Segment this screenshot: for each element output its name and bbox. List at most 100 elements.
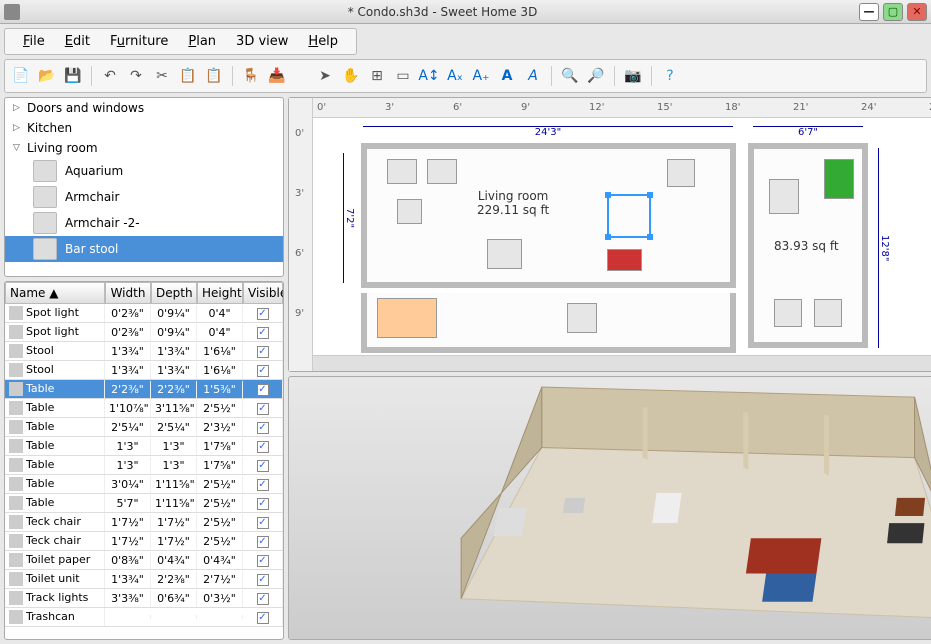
3d-view[interactable] xyxy=(288,376,931,640)
text-bold-button[interactable]: A xyxy=(495,64,519,88)
visible-checkbox[interactable]: ✓ xyxy=(257,422,269,434)
room-right[interactable]: 83.93 sq ft xyxy=(748,143,868,348)
furniture-row[interactable]: Table1'3"1'3"1'7⅝"✓ xyxy=(5,456,283,475)
plan-furniture-bed[interactable] xyxy=(377,298,437,338)
pan-tool[interactable]: ✋ xyxy=(339,64,363,88)
furniture-row[interactable]: Spot light0'2⅜"0'9¼"0'4"✓ xyxy=(5,304,283,323)
menu-furniture[interactable]: Furniture xyxy=(100,32,178,51)
catalog-item[interactable]: Bar stool xyxy=(5,236,283,262)
col-depth[interactable]: Depth xyxy=(151,282,197,304)
furniture-row[interactable]: Toilet unit1'3¾"2'2⅜"2'7½"✓ xyxy=(5,570,283,589)
catalog-item[interactable]: Armchair -2- xyxy=(5,210,283,236)
visible-checkbox[interactable]: ✓ xyxy=(257,460,269,472)
plan-furniture[interactable] xyxy=(487,239,522,269)
col-name[interactable]: Name ▲ xyxy=(5,282,105,304)
menu-edit[interactable]: Edit xyxy=(55,32,100,51)
text-increase-button[interactable]: A₊ xyxy=(469,64,493,88)
visible-checkbox[interactable]: ✓ xyxy=(257,346,269,358)
select-tool[interactable]: ➤ xyxy=(313,64,337,88)
col-height[interactable]: Height xyxy=(197,282,243,304)
photo-button[interactable]: 📷 xyxy=(621,64,645,88)
furniture-row[interactable]: Stool1'3¾"1'3¾"1'6⅛"✓ xyxy=(5,361,283,380)
visible-checkbox[interactable]: ✓ xyxy=(257,498,269,510)
furniture-row[interactable]: Teck chair1'7½"1'7½"2'5½"✓ xyxy=(5,513,283,532)
plan-scrollbar-h[interactable] xyxy=(313,355,931,371)
furniture-row[interactable]: Track lights3'3⅜"0'6¾"0'3½"✓ xyxy=(5,589,283,608)
zoom-out-button[interactable]: 🔎 xyxy=(584,64,608,88)
plan-furniture[interactable] xyxy=(567,303,597,333)
open-button[interactable]: 📂 xyxy=(35,64,59,88)
cut-button[interactable]: ✂ xyxy=(150,64,174,88)
visible-checkbox[interactable]: ✓ xyxy=(257,574,269,586)
save-button[interactable]: 💾 xyxy=(61,64,85,88)
furniture-row[interactable]: Table2'2⅜"2'2⅜"1'5⅜"✓ xyxy=(5,380,283,399)
plan-furniture[interactable] xyxy=(774,299,802,327)
col-visible[interactable]: Visible xyxy=(243,282,283,304)
furniture-row[interactable]: Table3'0¼"1'11⅝"2'5½"✓ xyxy=(5,475,283,494)
maximize-button[interactable]: ▢ xyxy=(883,3,903,21)
furniture-list-body[interactable]: Spot light0'2⅜"0'9¼"0'4"✓Spot light0'2⅜"… xyxy=(5,304,283,639)
visible-checkbox[interactable]: ✓ xyxy=(257,479,269,491)
plan-canvas[interactable]: 24'3" 6'7" 7'2" 12'8" Living room 229.11… xyxy=(313,118,931,355)
copy-button[interactable]: 📋 xyxy=(176,64,200,88)
furniture-row[interactable]: Toilet paper0'8⅜"0'4¾"0'4¾"✓ xyxy=(5,551,283,570)
plan-furniture[interactable] xyxy=(814,299,842,327)
minimize-button[interactable]: — xyxy=(859,3,879,21)
furniture-row[interactable]: Table2'5¼"2'5¼"2'3½"✓ xyxy=(5,418,283,437)
furniture-row[interactable]: Trashcan✓ xyxy=(5,608,283,627)
zoom-in-button[interactable]: 🔍 xyxy=(558,64,582,88)
undo-button[interactable]: ↶ xyxy=(98,64,122,88)
create-text-tool[interactable]: Aₓ xyxy=(443,64,467,88)
close-button[interactable]: ✕ xyxy=(907,3,927,21)
menu-3dview[interactable]: 3D view xyxy=(226,32,298,51)
create-dimension-tool[interactable]: A↕ xyxy=(417,64,441,88)
furniture-row[interactable]: Table1'10⅞"3'11⅝"2'5½"✓ xyxy=(5,399,283,418)
furniture-row[interactable]: Table5'7"1'11⅝"2'5½"✓ xyxy=(5,494,283,513)
plan-furniture[interactable] xyxy=(667,159,695,187)
furniture-row[interactable]: Table1'3"1'3"1'7⅝"✓ xyxy=(5,437,283,456)
visible-checkbox[interactable]: ✓ xyxy=(257,327,269,339)
category-living-room[interactable]: ▽Living room xyxy=(5,138,283,158)
visible-checkbox[interactable]: ✓ xyxy=(257,612,269,624)
category-doors-windows[interactable]: ▷Doors and windows xyxy=(5,98,283,118)
plan-furniture-sofa[interactable] xyxy=(607,249,642,271)
catalog-scroll[interactable]: ▷Doors and windows ▷Kitchen ▽Living room… xyxy=(5,98,283,276)
visible-checkbox[interactable]: ✓ xyxy=(257,403,269,415)
menu-help[interactable]: Help xyxy=(298,32,348,51)
visible-checkbox[interactable]: ✓ xyxy=(257,593,269,605)
room-lower[interactable] xyxy=(361,293,736,353)
plan-furniture[interactable] xyxy=(769,179,799,214)
create-walls-tool[interactable]: ⊞ xyxy=(365,64,389,88)
visible-checkbox[interactable]: ✓ xyxy=(257,536,269,548)
text-italic-button[interactable]: A xyxy=(521,64,545,88)
plan-furniture-plant[interactable] xyxy=(824,159,854,199)
menu-file[interactable]: File xyxy=(13,32,55,51)
furniture-row[interactable]: Spot light0'2⅜"0'9¼"0'4"✓ xyxy=(5,323,283,342)
room-living[interactable]: Living room 229.11 sq ft xyxy=(361,143,736,288)
visible-checkbox[interactable]: ✓ xyxy=(257,308,269,320)
furniture-icon xyxy=(9,458,23,472)
create-room-tool[interactable]: ▭ xyxy=(391,64,415,88)
plan-furniture[interactable] xyxy=(397,199,422,224)
furniture-row[interactable]: Stool1'3¾"1'3¾"1'6⅛"✓ xyxy=(5,342,283,361)
menu-plan[interactable]: Plan xyxy=(178,32,226,51)
plan-furniture[interactable] xyxy=(427,159,457,184)
col-width[interactable]: Width xyxy=(105,282,151,304)
furniture-row[interactable]: Teck chair1'7½"1'7½"2'5½"✓ xyxy=(5,532,283,551)
visible-checkbox[interactable]: ✓ xyxy=(257,441,269,453)
catalog-item[interactable]: Aquarium xyxy=(5,158,283,184)
category-kitchen[interactable]: ▷Kitchen xyxy=(5,118,283,138)
visible-checkbox[interactable]: ✓ xyxy=(257,517,269,529)
add-furniture-button[interactable]: 🪑 xyxy=(239,64,263,88)
selected-furniture-table[interactable] xyxy=(607,194,651,238)
redo-button[interactable]: ↷ xyxy=(124,64,148,88)
new-button[interactable]: 📄 xyxy=(9,64,33,88)
catalog-item[interactable]: Armchair xyxy=(5,184,283,210)
visible-checkbox[interactable]: ✓ xyxy=(257,384,269,396)
help-button[interactable]: ? xyxy=(658,64,682,88)
paste-button[interactable]: 📋 xyxy=(202,64,226,88)
plan-furniture[interactable] xyxy=(387,159,417,184)
import-button[interactable]: 📥 xyxy=(265,64,289,88)
visible-checkbox[interactable]: ✓ xyxy=(257,555,269,567)
visible-checkbox[interactable]: ✓ xyxy=(257,365,269,377)
